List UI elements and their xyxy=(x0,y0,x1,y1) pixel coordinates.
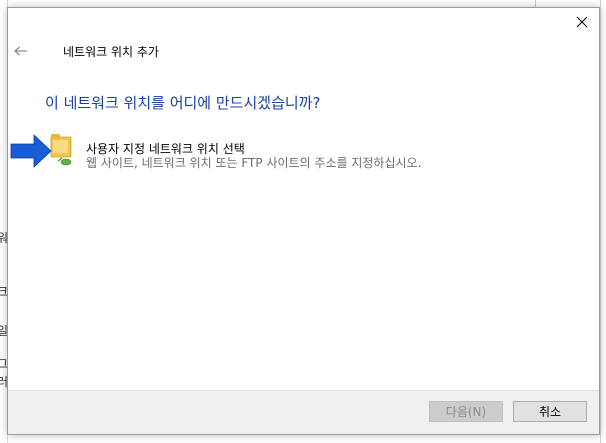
custom-network-location-option[interactable]: 사용자 지정 네트워크 위치 선택 웹 사이트, 네트워크 위치 또는 FTP … xyxy=(10,128,470,174)
network-folder-arrow-icon xyxy=(10,128,74,174)
close-button[interactable] xyxy=(571,11,593,33)
close-icon xyxy=(576,16,588,28)
next-button[interactable]: 다음(N) xyxy=(429,401,503,422)
option-description: 웹 사이트, 네트워크 위치 또는 FTP 사이트의 주소를 지정하십시오. xyxy=(86,156,422,170)
back-arrow-icon xyxy=(14,46,27,56)
dialog-title: 네트워크 위치 추가 xyxy=(63,45,159,59)
background-divider xyxy=(600,0,601,443)
cancel-button[interactable]: 취소 xyxy=(513,401,587,422)
back-button[interactable] xyxy=(11,41,31,61)
add-network-location-dialog: 네트워크 위치 추가 이 네트워크 위치를 어디에 만드시겠습니까? 사용자 지… xyxy=(7,7,600,435)
wizard-heading: 이 네트워크 위치를 어디에 만드시겠습니까? xyxy=(45,94,321,112)
dialog-footer: 다음(N) 취소 xyxy=(8,390,599,434)
